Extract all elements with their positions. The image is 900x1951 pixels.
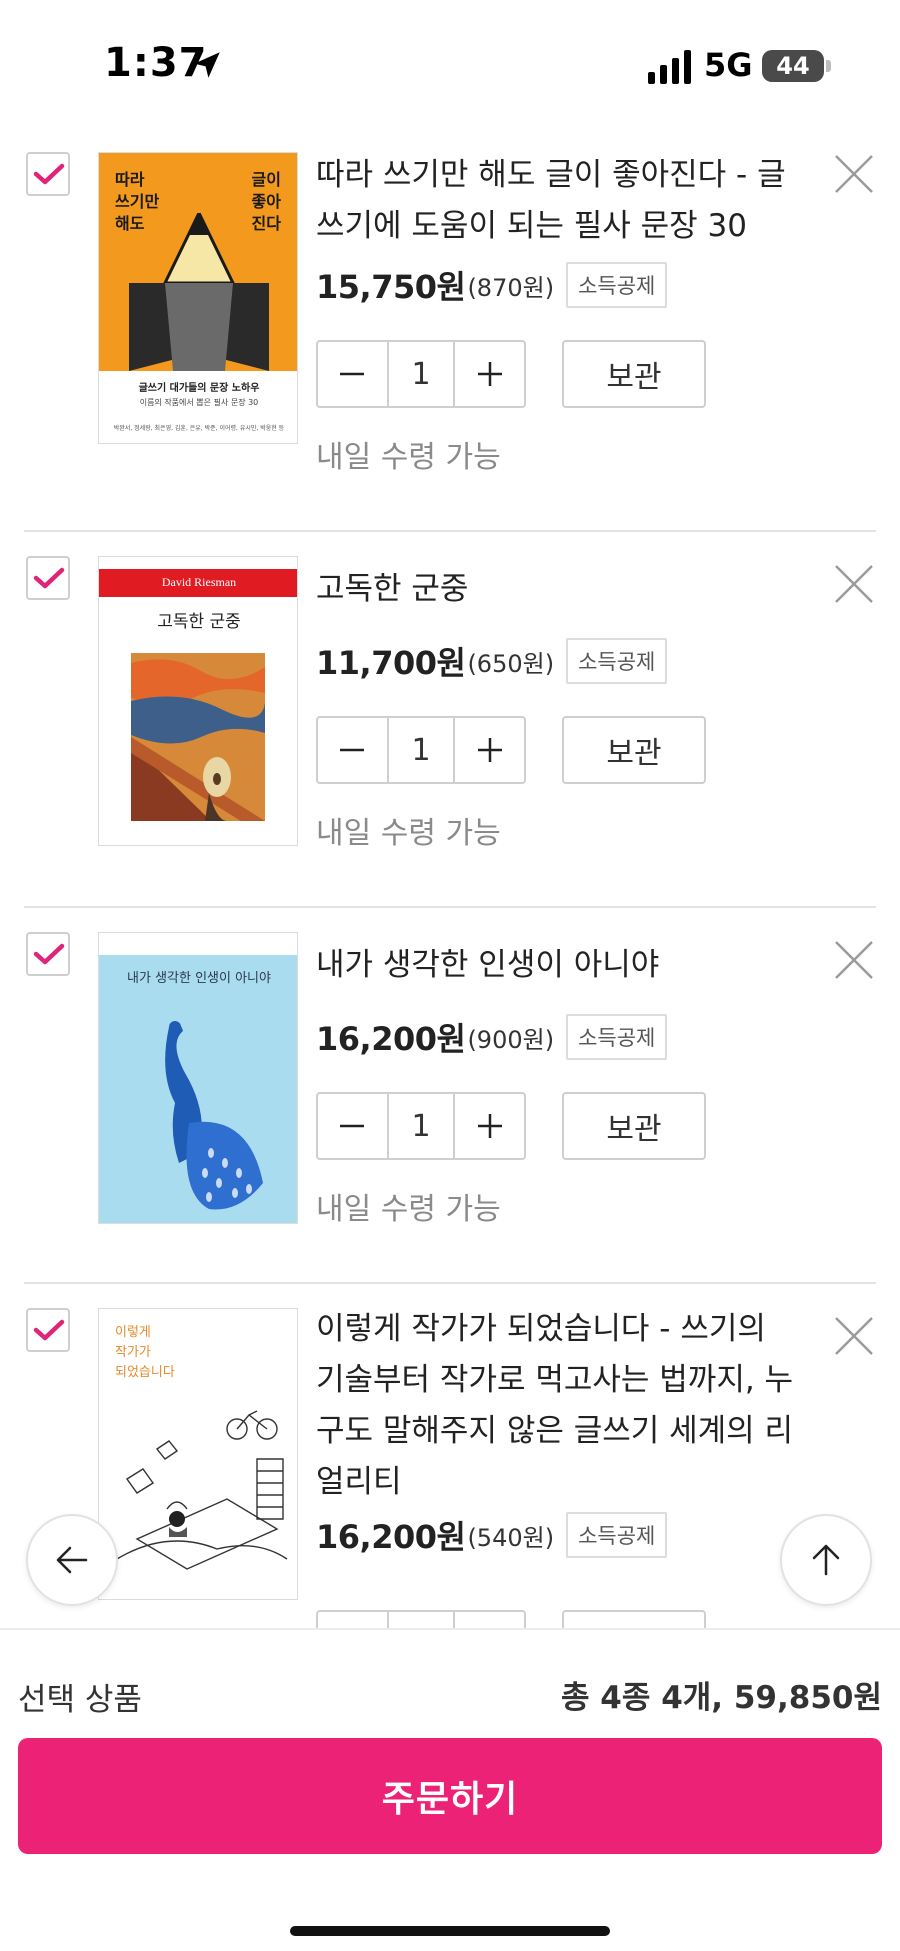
tax-deduction-badge: 소득공제 — [566, 262, 668, 308]
status-bar: 1:37 5G 44 — [0, 0, 900, 130]
item-points: (540원) — [467, 1523, 555, 1552]
delivery-info: 내일 수령 가능 — [316, 440, 501, 475]
battery-icon: 44 — [762, 50, 824, 82]
quantity-stepper: 1 — [316, 340, 526, 408]
remove-item-button[interactable] — [832, 938, 876, 982]
item-price: 16,200원 — [316, 1518, 466, 1556]
plus-icon — [477, 738, 502, 762]
item-checkbox[interactable] — [26, 152, 70, 196]
item-checkbox[interactable] — [26, 1308, 70, 1352]
cover-subtitle: 이름의 작품에서 뽑은 필사 문장 30 — [139, 398, 259, 407]
cover-title: 고독한 군중 — [157, 612, 241, 632]
price-row: 16,200원 (540원) 소득공제 — [316, 1510, 668, 1560]
book-cover[interactable]: 따라 쓰기만 해도 글이 좋아 진다 글쓰기 대가들의 문장 노하우 이름의 작… — [98, 152, 298, 444]
close-x-icon — [835, 941, 873, 979]
cover-author: David Riesman — [161, 575, 237, 589]
price-row: 15,750원 (870원) 소득공제 — [316, 260, 668, 310]
increase-quantity-button[interactable] — [455, 342, 524, 406]
item-title[interactable]: 내가 생각한 인생이 아니야 — [316, 940, 796, 991]
save-for-later-button[interactable]: 보관 — [562, 340, 706, 408]
cart-list[interactable]: 따라 쓰기만 해도 글이 좋아 진다 글쓰기 대가들의 문장 노하우 이름의 작… — [0, 130, 900, 1630]
cover-authors: 박완서, 정세랑, 최은영, 김훈, 은유, 박준, 이어령, 유시민, 박웅현… — [113, 425, 285, 432]
increase-quantity-button[interactable] — [455, 1094, 524, 1158]
item-points: (900원) — [467, 1025, 555, 1054]
save-for-later-button[interactable]: 보관 — [562, 1092, 706, 1160]
location-arrow-icon — [194, 52, 220, 78]
total-summary: 총 4종 4개, 59,850원 — [561, 1680, 882, 1716]
item-checkbox[interactable] — [26, 932, 70, 976]
remove-item-button[interactable] — [832, 562, 876, 606]
book-cover[interactable]: 내가 생각한 인생이 아니야 — [98, 932, 298, 1224]
close-x-icon — [835, 155, 873, 193]
peacock-illustration — [165, 1021, 263, 1210]
item-price: 16,200원 — [316, 1020, 466, 1058]
cover-title: 이렇게 작가가 되었습니다 — [115, 1325, 175, 1380]
item-title[interactable]: 고독한 군중 — [316, 564, 796, 615]
cart-item: David Riesman 고독한 군중 고독한 군중 11,700원 (650… — [0, 532, 900, 908]
battery-tip — [826, 60, 831, 72]
cover-title: 내가 생각한 인생이 아니야 — [127, 971, 271, 986]
delivery-info: 내일 수령 가능 — [316, 816, 501, 851]
home-indicator[interactable] — [290, 1926, 610, 1936]
minus-icon — [340, 1124, 365, 1128]
increase-quantity-button[interactable] — [455, 718, 524, 782]
item-price: 15,750원 — [316, 268, 466, 306]
checkmark-icon — [33, 567, 65, 589]
cart-item: 따라 쓰기만 해도 글이 좋아 진다 글쓰기 대가들의 문장 노하우 이름의 작… — [0, 130, 900, 534]
item-title[interactable]: 이렇게 작가가 되었습니다 - 쓰기의 기술부터 작가로 먹고사는 법까지, 누… — [316, 1304, 796, 1508]
selected-items-label: 선택 상품 — [18, 1682, 142, 1718]
minus-icon — [340, 372, 365, 376]
decrease-quantity-button[interactable] — [318, 718, 387, 782]
cart-item: 내가 생각한 인생이 아니야 내가 생각한 인생이 아니야 16,200원 (9… — [0, 908, 900, 1284]
plus-icon — [477, 1114, 502, 1138]
arrow-up-icon — [812, 1544, 840, 1576]
remove-item-button[interactable] — [832, 152, 876, 196]
book-cover[interactable]: David Riesman 고독한 군중 — [98, 556, 298, 846]
quantity-value[interactable]: 1 — [386, 1094, 456, 1158]
quantity-stepper — [316, 1610, 526, 1630]
remove-item-button[interactable] — [832, 1314, 876, 1358]
close-x-icon — [835, 565, 873, 603]
item-checkbox[interactable] — [26, 556, 70, 600]
quantity-value[interactable]: 1 — [386, 342, 456, 406]
item-title[interactable]: 따라 쓰기만 해도 글이 좋아진다 - 글쓰기에 도움이 되는 필사 문장 30 — [316, 150, 796, 252]
tax-deduction-badge: 소득공제 — [566, 638, 668, 684]
close-x-icon — [835, 1317, 873, 1355]
writer-illustration — [116, 1410, 288, 1570]
checkmark-icon — [33, 163, 65, 185]
quantity-value[interactable]: 1 — [386, 718, 456, 782]
minus-icon — [340, 748, 365, 752]
book-cover[interactable]: 이렇게 작가가 되었습니다 — [98, 1308, 298, 1600]
item-price: 11,700원 — [316, 644, 466, 682]
order-summary-bar: 선택 상품 총 4종 4개, 59,850원 주문하기 — [0, 1628, 900, 1951]
scream-painting-illustration — [131, 653, 265, 821]
decrease-quantity-button[interactable] — [318, 342, 387, 406]
cover-banner: 글쓰기 대가들의 문장 노하우 — [138, 383, 260, 394]
checkmark-icon — [33, 1319, 65, 1341]
quantity-stepper: 1 — [316, 1092, 526, 1160]
decrease-quantity-button[interactable] — [318, 1094, 387, 1158]
checkmark-icon — [33, 943, 65, 965]
delivery-info: 내일 수령 가능 — [316, 1192, 501, 1227]
order-button[interactable]: 주문하기 — [18, 1738, 882, 1854]
arrow-left-icon — [56, 1546, 88, 1574]
tax-deduction-badge: 소득공제 — [566, 1014, 668, 1060]
price-row: 16,200원 (900원) 소득공제 — [316, 1012, 668, 1062]
item-points: (870원) — [467, 273, 555, 302]
back-button[interactable] — [26, 1514, 118, 1606]
save-for-later-button[interactable]: 보관 — [562, 716, 706, 784]
price-row: 11,700원 (650원) 소득공제 — [316, 636, 668, 686]
pencil-illustration — [129, 213, 269, 371]
quantity-stepper: 1 — [316, 716, 526, 784]
plus-icon — [477, 362, 502, 386]
save-for-later-button[interactable] — [562, 1610, 706, 1630]
tax-deduction-badge: 소득공제 — [566, 1512, 668, 1558]
scroll-to-top-button[interactable] — [780, 1514, 872, 1606]
cellular-signal-icon — [648, 50, 691, 84]
network-type: 5G — [704, 46, 753, 84]
cart-item: 이렇게 작가가 되었습니다 이렇게 작가가 되었습니다 - 쓰기의 기술부터 작… — [0, 1284, 900, 1630]
item-points: (650원) — [467, 649, 555, 678]
